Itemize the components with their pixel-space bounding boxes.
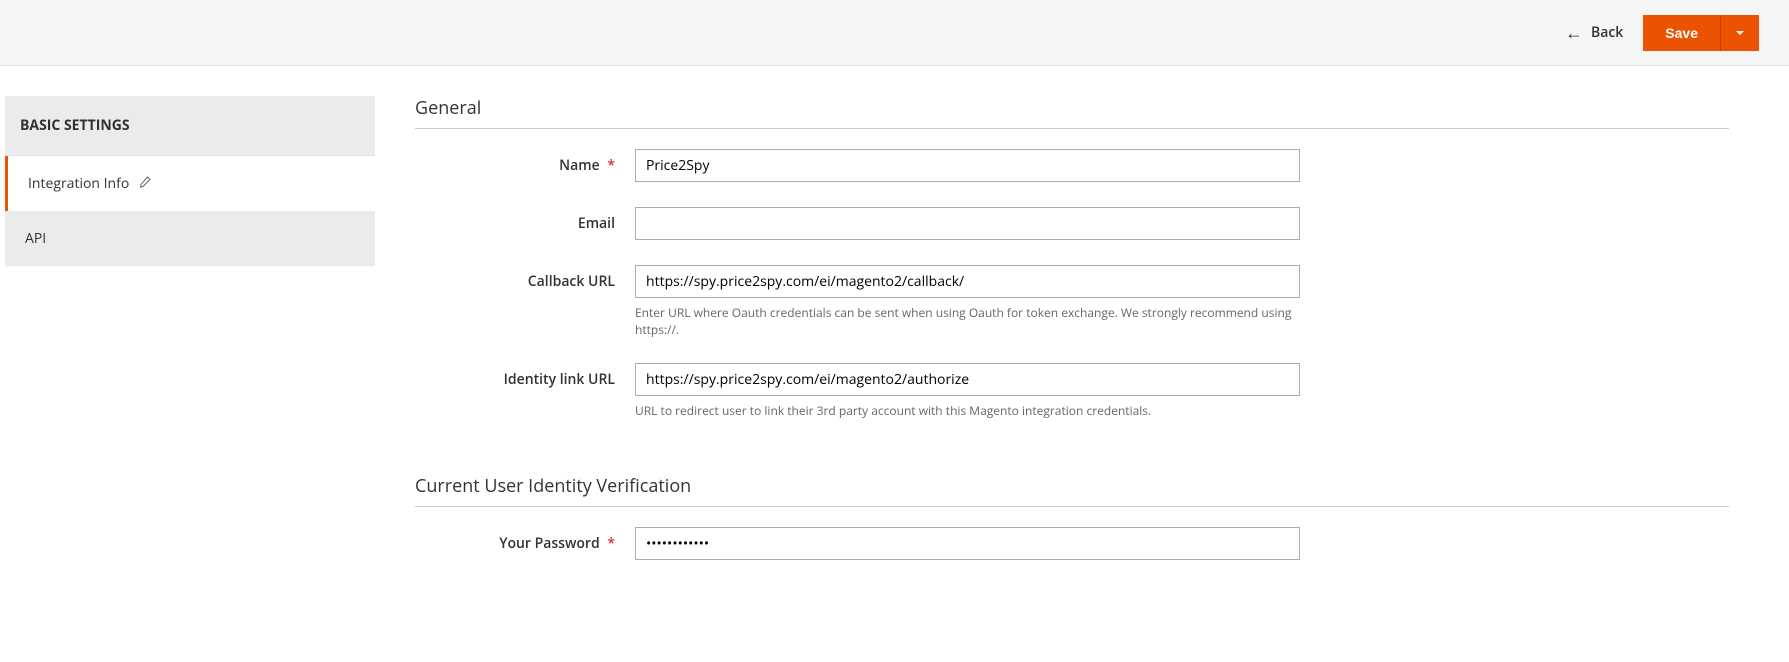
sidebar-item-api[interactable]: API [5, 211, 375, 266]
form-row-callback-url: Callback URL Enter URL where Oauth crede… [415, 265, 1729, 338]
header-bar: ← Back Save [0, 0, 1789, 66]
form-row-password: Your Password * [415, 527, 1729, 560]
sidebar-item-label: Integration Info [28, 174, 129, 193]
sidebar: BASIC SETTINGS Integration Info API [5, 96, 375, 585]
control-wrap [635, 207, 1300, 240]
content-area: General Name * Email Callback URL [415, 96, 1789, 585]
label-callback-url: Callback URL [415, 265, 635, 291]
control-wrap: Enter URL where Oauth credentials can be… [635, 265, 1300, 338]
required-indicator: * [607, 534, 615, 553]
label-email: Email [415, 207, 635, 233]
hint-callback-url: Enter URL where Oauth credentials can be… [635, 304, 1300, 338]
sidebar-item-label: API [25, 229, 46, 248]
sidebar-title: BASIC SETTINGS [5, 96, 375, 156]
label-identity-link-url: Identity link URL [415, 363, 635, 389]
sidebar-item-integration-info[interactable]: Integration Info [5, 156, 375, 211]
name-field[interactable] [635, 149, 1300, 182]
form-row-name: Name * [415, 149, 1729, 182]
email-field[interactable] [635, 207, 1300, 240]
label-name: Name * [415, 149, 635, 175]
section-title-verification: Current User Identity Verification [415, 474, 1729, 507]
control-wrap [635, 527, 1300, 560]
pencil-icon [139, 174, 151, 193]
save-button[interactable]: Save [1643, 15, 1720, 51]
control-wrap: URL to redirect user to link their 3rd p… [635, 363, 1300, 419]
required-indicator: * [607, 156, 615, 175]
hint-identity-link-url: URL to redirect user to link their 3rd p… [635, 402, 1300, 419]
control-wrap [635, 149, 1300, 182]
password-field[interactable] [635, 527, 1300, 560]
save-dropdown-toggle[interactable] [1720, 15, 1759, 51]
form-row-identity-link-url: Identity link URL URL to redirect user t… [415, 363, 1729, 419]
main-layout: BASIC SETTINGS Integration Info API Gene… [0, 66, 1789, 615]
save-button-group: Save [1643, 15, 1759, 51]
back-label: Back [1591, 23, 1623, 42]
chevron-down-icon [1735, 28, 1745, 38]
arrow-left-icon: ← [1565, 21, 1583, 45]
identity-link-url-field[interactable] [635, 363, 1300, 396]
form-row-email: Email [415, 207, 1729, 240]
section-title-general: General [415, 96, 1729, 129]
label-password: Your Password * [415, 527, 635, 553]
back-button[interactable]: ← Back [1565, 21, 1623, 45]
callback-url-field[interactable] [635, 265, 1300, 298]
